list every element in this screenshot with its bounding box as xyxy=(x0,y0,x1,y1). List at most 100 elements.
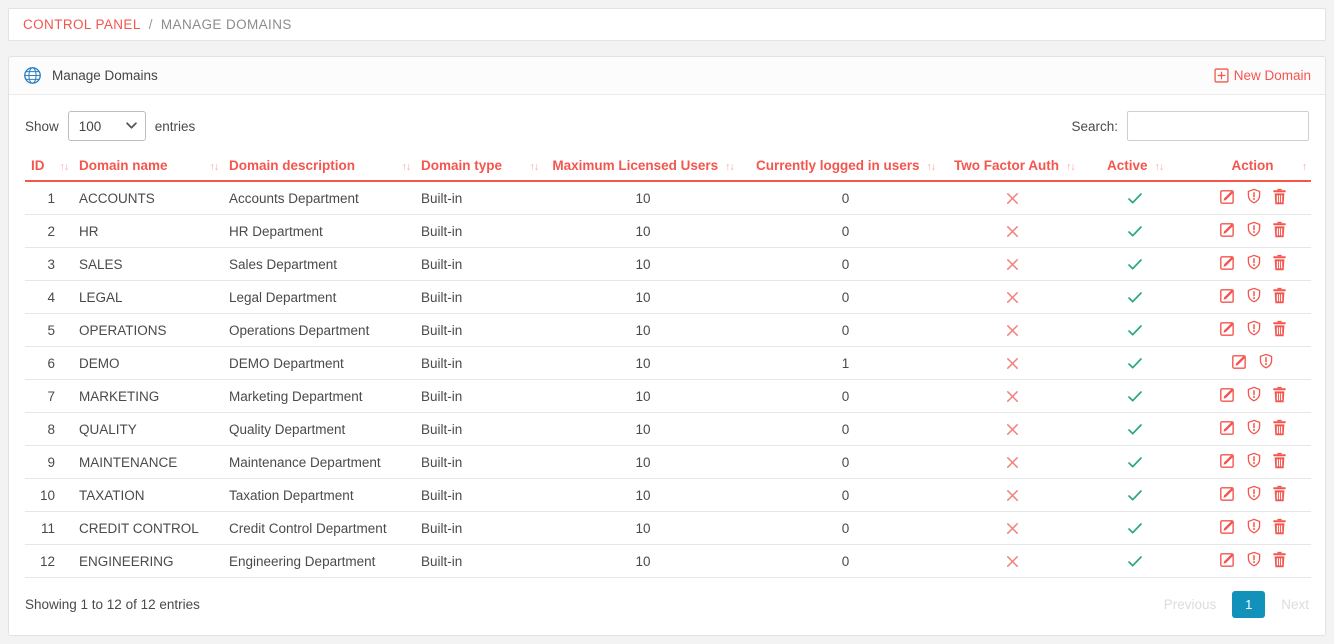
trash-icon[interactable] xyxy=(1272,518,1287,535)
trash-icon[interactable] xyxy=(1272,386,1287,403)
check-icon xyxy=(1127,192,1143,205)
two-factor-cell xyxy=(948,248,1076,281)
edit-icon[interactable] xyxy=(1219,485,1236,502)
sort-icon[interactable]: ↑↓ xyxy=(210,161,219,173)
shield-alert-icon[interactable] xyxy=(1246,221,1262,238)
active-cell xyxy=(1076,314,1194,347)
shield-alert-icon[interactable] xyxy=(1246,518,1262,535)
column-header-maximum-licensed-users[interactable]: Maximum Licensed Users ↑↓ xyxy=(543,155,743,181)
shield-alert-icon[interactable] xyxy=(1258,353,1274,370)
shield-alert-icon[interactable] xyxy=(1246,419,1262,436)
column-header-domain-name[interactable]: Domain name↑↓ xyxy=(73,155,223,181)
edit-icon[interactable] xyxy=(1219,221,1236,238)
domain-name-cell: MAINTENANCE xyxy=(73,446,223,479)
domain-description-cell: Taxation Department xyxy=(223,479,415,512)
table-row: 1ACCOUNTSAccounts DepartmentBuilt-in100 xyxy=(25,181,1311,215)
page-length-control: Show 100 entries xyxy=(25,111,195,141)
shield-alert-icon[interactable] xyxy=(1246,485,1262,502)
column-header-id[interactable]: ID↑↓ xyxy=(25,155,73,181)
edit-icon[interactable] xyxy=(1219,254,1236,271)
column-header-currently-logged-in-users[interactable]: Currently logged in users↑↓ xyxy=(743,155,948,181)
domain-type-cell: Built-in xyxy=(415,181,543,215)
trash-icon[interactable] xyxy=(1272,188,1287,205)
trash-icon[interactable] xyxy=(1272,485,1287,502)
shield-alert-icon[interactable] xyxy=(1246,386,1262,403)
search-input[interactable] xyxy=(1127,111,1309,141)
action-cell xyxy=(1194,314,1311,347)
breadcrumb-current-page: MANAGE DOMAINS xyxy=(161,17,292,32)
edit-icon[interactable] xyxy=(1219,386,1236,403)
sort-icon[interactable]: ↑↓ xyxy=(1066,161,1075,173)
domain-name-cell: HR xyxy=(73,215,223,248)
sort-icon[interactable]: ↑↓ xyxy=(927,161,936,173)
trash-icon[interactable] xyxy=(1272,254,1287,271)
action-cell xyxy=(1194,215,1311,248)
table-row: 4LEGALLegal DepartmentBuilt-in100 xyxy=(25,281,1311,314)
sort-icon[interactable]: ↑↓ xyxy=(402,161,411,173)
shield-alert-icon[interactable] xyxy=(1246,188,1262,205)
pagination-next[interactable]: Next xyxy=(1281,597,1309,612)
active-cell xyxy=(1076,347,1194,380)
edit-icon[interactable] xyxy=(1219,419,1236,436)
cross-icon xyxy=(1005,521,1020,536)
domain-description-cell: Sales Department xyxy=(223,248,415,281)
search-label: Search: xyxy=(1071,119,1118,134)
cross-icon xyxy=(1005,356,1020,371)
manage-domains-panel: Manage Domains New Domain Show 100 xyxy=(8,56,1326,636)
action-cell xyxy=(1194,479,1311,512)
trash-icon[interactable] xyxy=(1272,419,1287,436)
shield-alert-icon[interactable] xyxy=(1246,254,1262,271)
column-header-action[interactable]: Action↑ xyxy=(1194,155,1311,181)
sort-icon[interactable]: ↑↓ xyxy=(725,161,734,173)
active-cell xyxy=(1076,413,1194,446)
action-cell xyxy=(1194,181,1311,215)
edit-icon[interactable] xyxy=(1219,320,1236,337)
id-cell: 3 xyxy=(25,248,73,281)
panel-title: Manage Domains xyxy=(23,66,158,85)
edit-icon[interactable] xyxy=(1219,551,1236,568)
table-row: 9MAINTENANCEMaintenance DepartmentBuilt-… xyxy=(25,446,1311,479)
domain-type-cell: Built-in xyxy=(415,446,543,479)
edit-icon[interactable] xyxy=(1219,452,1236,469)
new-domain-button[interactable]: New Domain xyxy=(1214,68,1311,83)
check-icon xyxy=(1127,456,1143,469)
edit-icon[interactable] xyxy=(1219,287,1236,304)
trash-icon[interactable] xyxy=(1272,287,1287,304)
active-cell xyxy=(1076,380,1194,413)
trash-icon[interactable] xyxy=(1272,452,1287,469)
trash-icon[interactable] xyxy=(1272,551,1287,568)
pagination-page-1[interactable]: 1 xyxy=(1232,591,1265,618)
check-icon xyxy=(1127,357,1143,370)
edit-icon[interactable] xyxy=(1231,353,1248,370)
edit-icon[interactable] xyxy=(1219,518,1236,535)
shield-alert-icon[interactable] xyxy=(1246,452,1262,469)
check-icon xyxy=(1127,324,1143,337)
column-header-two-factor-auth[interactable]: Two Factor Auth↑↓ xyxy=(948,155,1076,181)
column-label: Maximum Licensed Users xyxy=(552,158,718,173)
max-licensed-users-cell: 10 xyxy=(543,380,743,413)
trash-icon[interactable] xyxy=(1272,221,1287,238)
sort-icon[interactable]: ↑↓ xyxy=(1155,161,1164,173)
action-cell xyxy=(1194,380,1311,413)
domain-type-cell: Built-in xyxy=(415,479,543,512)
shield-alert-icon[interactable] xyxy=(1246,287,1262,304)
sort-icon[interactable]: ↑ xyxy=(1302,161,1306,173)
breadcrumb-control-panel[interactable]: CONTROL PANEL xyxy=(23,17,141,32)
column-header-domain-type[interactable]: Domain type↑↓ xyxy=(415,155,543,181)
logged-in-users-cell: 0 xyxy=(743,248,948,281)
pagination-previous[interactable]: Previous xyxy=(1164,597,1217,612)
max-licensed-users-cell: 10 xyxy=(543,413,743,446)
column-header-active[interactable]: Active↑↓ xyxy=(1076,155,1194,181)
domain-name-cell: DEMO xyxy=(73,347,223,380)
active-cell xyxy=(1076,545,1194,578)
trash-icon[interactable] xyxy=(1272,320,1287,337)
active-cell xyxy=(1076,181,1194,215)
shield-alert-icon[interactable] xyxy=(1246,320,1262,337)
edit-icon[interactable] xyxy=(1219,188,1236,205)
column-header-domain-description[interactable]: Domain description↑↓ xyxy=(223,155,415,181)
sort-icon[interactable]: ↑↓ xyxy=(60,161,69,173)
page-length-select[interactable]: 100 xyxy=(68,111,146,141)
shield-alert-icon[interactable] xyxy=(1246,551,1262,568)
sort-icon[interactable]: ↑↓ xyxy=(530,161,539,173)
two-factor-cell xyxy=(948,281,1076,314)
